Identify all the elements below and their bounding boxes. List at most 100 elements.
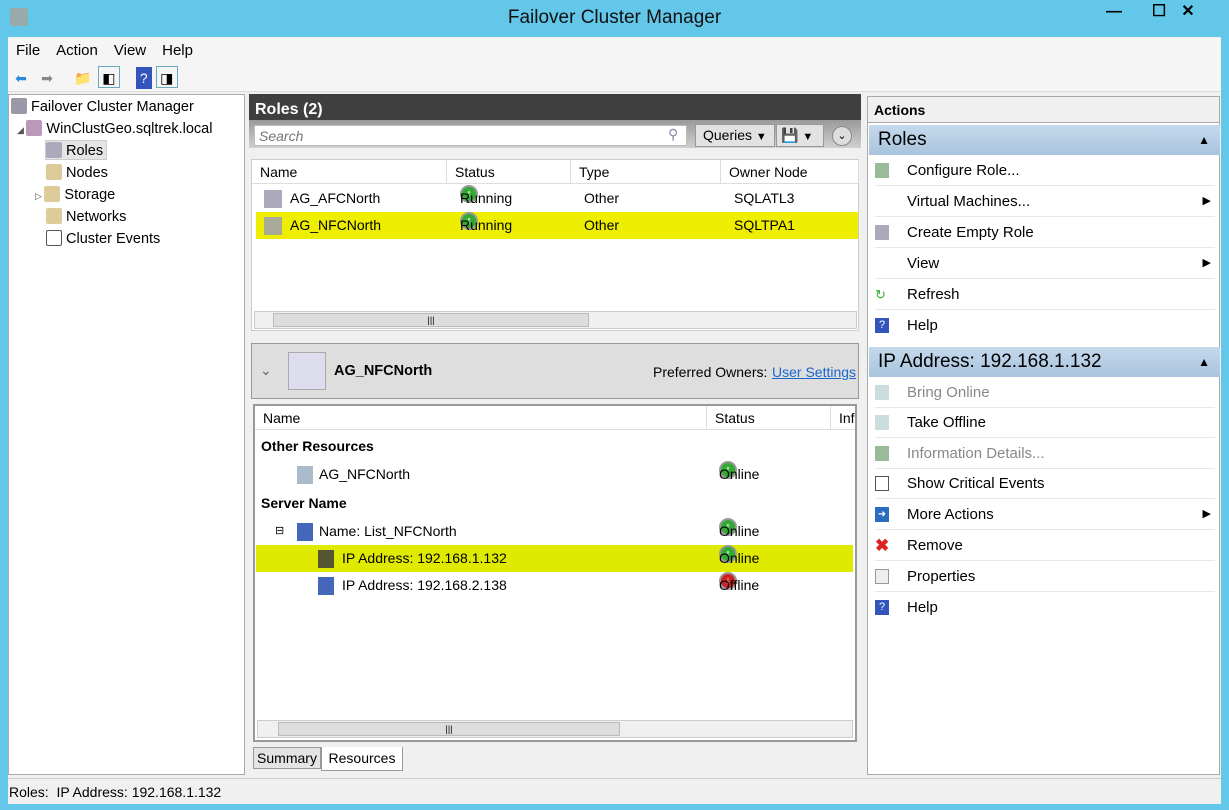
menu-action[interactable]: Action bbox=[48, 38, 106, 63]
window-title: Failover Cluster Manager bbox=[507, 7, 722, 28]
show-hide-tree-icon[interactable]: ◧ bbox=[97, 66, 120, 88]
create-role-icon bbox=[875, 225, 889, 240]
menu-view[interactable]: View bbox=[106, 38, 154, 63]
collapse-up-icon: ▲ bbox=[1198, 133, 1210, 147]
actions-pane: Actions Roles ▲ Configure Role... Virtual… bbox=[867, 96, 1220, 775]
action-bring-online[interactable]: Bring Online bbox=[875, 377, 1215, 408]
submenu-arrow-icon: ▶ bbox=[1202, 195, 1211, 207]
action-more-actions[interactable]: ➜ More Actions ▶ bbox=[875, 499, 1215, 530]
up-folder-icon[interactable]: 📁 bbox=[72, 67, 94, 89]
minimize-button[interactable]: — bbox=[1092, 0, 1136, 26]
role-owner: SQLATL3 bbox=[734, 190, 795, 206]
help-icon: ? bbox=[875, 318, 889, 333]
action-properties[interactable]: Properties bbox=[875, 561, 1215, 592]
action-refresh[interactable]: ↻ Refresh bbox=[875, 279, 1215, 310]
tree-item-networks[interactable]: Networks bbox=[46, 207, 126, 227]
roles-hscrollbar[interactable]: ||| bbox=[254, 311, 857, 329]
menu-file[interactable]: File bbox=[8, 38, 48, 63]
close-button[interactable]: ✕ bbox=[1164, 0, 1212, 26]
actions-section-roles[interactable]: Roles ▲ bbox=[869, 125, 1220, 155]
tree-root[interactable]: Failover Cluster Manager bbox=[11, 97, 194, 117]
col-information[interactable]: Inf bbox=[831, 406, 855, 430]
scroll-thumb[interactable]: ||| bbox=[278, 722, 620, 736]
action-label: More Actions bbox=[907, 506, 994, 523]
queries-button[interactable]: Queries ▼ bbox=[695, 124, 775, 147]
action-label: Create Empty Role bbox=[907, 224, 1034, 241]
action-information-details[interactable]: Information Details... bbox=[875, 438, 1215, 469]
save-query-button[interactable]: 💾 ▼ bbox=[776, 124, 824, 147]
status-bar: Roles: IP Address: 192.168.1.132 bbox=[8, 778, 1221, 804]
role-status: Running bbox=[460, 217, 513, 233]
action-label: Help bbox=[907, 599, 938, 616]
resource-row-selected[interactable]: IP Address: 192.168.1.132 ↑ Online bbox=[256, 545, 853, 572]
resource-row[interactable]: ⊟ Name: List_NFCNorth ↑ Online bbox=[255, 518, 859, 545]
roles-grid: Name Status Type Owner Node AG_AFCNorth … bbox=[251, 159, 859, 331]
tree-label: Storage bbox=[64, 187, 116, 203]
search-input[interactable] bbox=[254, 125, 687, 146]
resources-hscrollbar[interactable]: ||| bbox=[257, 720, 853, 738]
ip-address-icon bbox=[318, 577, 334, 595]
tree-root-label: Failover Cluster Manager bbox=[31, 99, 194, 115]
details-title: AG_NFCNorth bbox=[334, 363, 433, 379]
col-status[interactable]: Status bbox=[707, 406, 831, 430]
tree-item-nodes[interactable]: Nodes bbox=[46, 163, 108, 183]
resources-grid-header: Name Status Inf bbox=[255, 406, 855, 430]
forward-icon[interactable]: ➡ bbox=[36, 67, 58, 89]
help-icon: ? bbox=[875, 600, 889, 615]
resource-name: IP Address: 192.168.2.138 bbox=[342, 577, 507, 593]
user-settings-link[interactable]: User Settings bbox=[772, 364, 856, 380]
menu-help[interactable]: Help bbox=[154, 38, 201, 63]
action-view[interactable]: View ▶ bbox=[875, 248, 1215, 279]
menu-bar: File Action View Help bbox=[8, 38, 1221, 62]
resource-name: Name: List_NFCNorth bbox=[319, 523, 457, 539]
col-status[interactable]: Status bbox=[447, 160, 571, 184]
resource-row[interactable]: IP Address: 192.168.2.138 ↓ Offline bbox=[255, 572, 859, 599]
action-configure-role[interactable]: Configure Role... bbox=[875, 155, 1215, 186]
action-label: Information Details... bbox=[907, 445, 1045, 462]
tree-label: Cluster Events bbox=[66, 231, 161, 247]
details-header: ⌄ AG_NFCNorth Preferred Owners: User Set… bbox=[251, 343, 859, 399]
action-take-offline[interactable]: Take Offline bbox=[875, 407, 1215, 438]
submenu-arrow-icon: ▶ bbox=[1202, 508, 1211, 520]
role-large-icon bbox=[288, 352, 326, 390]
col-name[interactable]: Name bbox=[252, 160, 447, 184]
nodes-icon bbox=[46, 164, 62, 180]
action-help-2[interactable]: ? Help bbox=[875, 592, 1215, 623]
table-row[interactable]: AG_AFCNorth ↑ Running Other SQLATL3 bbox=[252, 185, 858, 212]
show-hide-action-pane-icon[interactable]: ◨ bbox=[155, 66, 178, 88]
scroll-thumb[interactable]: ||| bbox=[273, 313, 589, 327]
action-virtual-machines[interactable]: Virtual Machines... ▶ bbox=[875, 186, 1215, 217]
tab-summary[interactable]: Summary bbox=[253, 747, 321, 769]
col-name[interactable]: Name bbox=[255, 406, 707, 430]
col-type[interactable]: Type bbox=[571, 160, 721, 184]
col-owner[interactable]: Owner Node bbox=[721, 160, 859, 184]
tree-label: Roles bbox=[66, 143, 104, 159]
take-offline-icon bbox=[875, 415, 889, 430]
action-create-empty-role[interactable]: Create Empty Role bbox=[875, 217, 1215, 248]
tree-item-roles[interactable]: Roles bbox=[45, 140, 108, 160]
roles-grid-header: Name Status Type Owner Node bbox=[252, 160, 859, 184]
expand-icon[interactable]: ⌄ bbox=[832, 126, 852, 146]
action-remove[interactable]: ✖ Remove bbox=[875, 530, 1215, 561]
tree-item-storage[interactable]: ▷ Storage bbox=[35, 185, 115, 205]
section-label: Roles bbox=[878, 129, 927, 150]
actions-section-ip-address[interactable]: IP Address: 192.168.1.132 ▲ bbox=[869, 347, 1220, 377]
tree-cluster[interactable]: ◢ WinClustGeo.sqltrek.local bbox=[17, 119, 212, 139]
collapse-toggle-icon[interactable]: ⊟ bbox=[275, 518, 284, 545]
ip-address-icon bbox=[318, 550, 334, 568]
help-icon[interactable]: ? bbox=[135, 67, 152, 89]
properties-icon bbox=[875, 569, 889, 584]
storage-icon bbox=[44, 186, 61, 202]
action-help[interactable]: ? Help bbox=[875, 310, 1215, 341]
back-icon[interactable]: ⬅ bbox=[10, 67, 32, 89]
resource-status: Online bbox=[719, 550, 760, 566]
action-label: Show Critical Events bbox=[907, 475, 1045, 492]
search-icon: ⚲ bbox=[668, 126, 679, 142]
action-show-critical-events[interactable]: Show Critical Events bbox=[875, 468, 1215, 499]
table-row-selected[interactable]: AG_NFCNorth ↑ Running Other SQLTPA1 bbox=[256, 212, 858, 239]
collapse-icon[interactable]: ⌄ bbox=[260, 362, 272, 379]
queries-label: Queries bbox=[703, 127, 753, 143]
tree-item-cluster-events[interactable]: Cluster Events bbox=[46, 229, 160, 249]
resource-row[interactable]: AG_NFCNorth ↑ Online bbox=[255, 461, 859, 488]
tab-resources[interactable]: Resources bbox=[321, 747, 403, 771]
